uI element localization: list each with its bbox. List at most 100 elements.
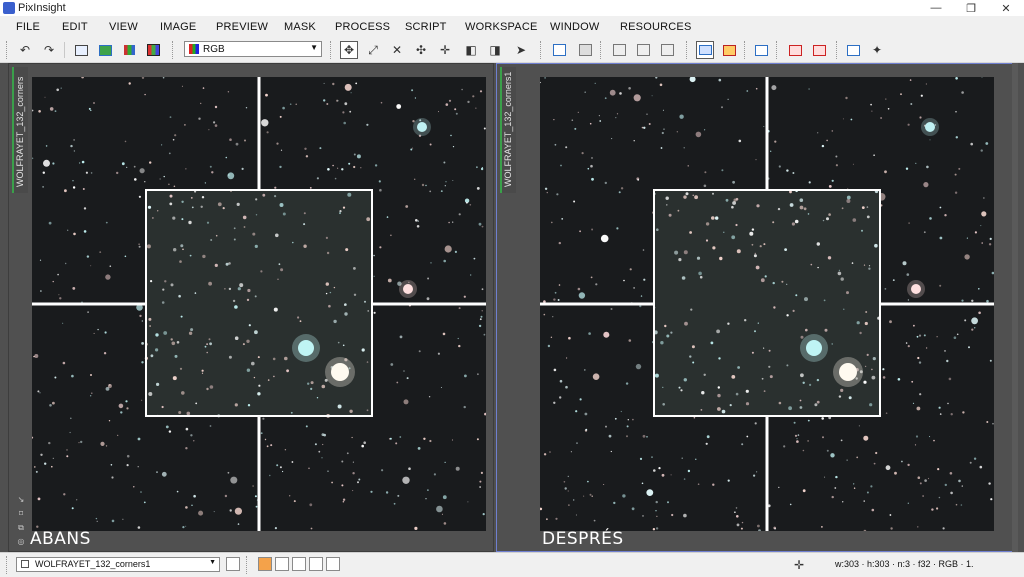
star — [393, 502, 396, 505]
vertical-scrollbar[interactable] — [1012, 63, 1018, 552]
star — [210, 239, 213, 241]
preview-edit-icon[interactable] — [634, 41, 652, 59]
menu-file[interactable]: FILE — [16, 21, 40, 33]
star — [49, 404, 52, 407]
star — [86, 255, 90, 258]
toolbar-grip[interactable] — [836, 41, 840, 59]
menu-resources[interactable]: RESOURCES — [620, 21, 691, 33]
menu-mask[interactable]: MASK — [284, 21, 316, 33]
menu-view[interactable]: VIEW — [109, 21, 138, 33]
crosshair-icon[interactable]: ✛ — [790, 556, 808, 574]
menu-edit[interactable]: EDIT — [62, 21, 88, 33]
menu-preview[interactable]: PREVIEW — [216, 21, 268, 33]
star — [122, 518, 124, 520]
toolbar-grip[interactable] — [686, 41, 690, 59]
shrink-icon[interactable]: ↘ — [16, 495, 26, 505]
toolbar-grip[interactable] — [600, 41, 604, 59]
toolbar-grip[interactable] — [172, 41, 176, 59]
star — [824, 328, 828, 332]
image-window-left[interactable]: WOLFRAYET_132_corners ↘ ⌑ ⧉ ◎ ABANS — [8, 63, 494, 552]
script-editor-icon[interactable]: ✦ — [868, 41, 886, 59]
view-explorer-icon[interactable] — [550, 41, 568, 59]
zoom-in-mode-icon[interactable]: ⤢ — [364, 41, 382, 59]
menu-workspace[interactable]: WORKSPACE — [465, 21, 538, 33]
screen-transfer-icon[interactable] — [696, 41, 714, 59]
star — [918, 361, 922, 364]
menu-window[interactable]: WINDOW — [550, 21, 599, 33]
close-button[interactable]: ✕ — [990, 0, 1022, 16]
star — [552, 316, 554, 318]
view-select[interactable]: WOLFRAYET_132_corners1 ▼ — [16, 557, 220, 572]
toolbar-grip[interactable] — [540, 41, 544, 59]
copy-icon[interactable]: ⧉ — [16, 523, 26, 533]
view-identifier-tab[interactable]: WOLFRAYET_132_corners — [12, 67, 28, 193]
swatch-button[interactable] — [326, 557, 340, 571]
star — [846, 459, 848, 461]
toolbar-grip[interactable] — [776, 41, 780, 59]
undo-icon[interactable]: ↶ — [16, 41, 34, 59]
statusbar-grip[interactable] — [6, 556, 10, 574]
center-view-icon[interactable]: ✛ — [436, 41, 454, 59]
star — [140, 491, 142, 493]
process-console-icon[interactable] — [844, 41, 862, 59]
toolbar-grip[interactable] — [6, 41, 10, 59]
link-icon[interactable]: ◎ — [16, 537, 26, 547]
pan-mode-icon[interactable]: ✥ — [340, 41, 358, 59]
star — [344, 102, 348, 106]
star — [443, 161, 446, 164]
star — [699, 275, 703, 279]
cursor-icon[interactable]: ➤ — [512, 41, 530, 59]
star — [481, 167, 483, 169]
statusbar-grip[interactable] — [246, 556, 250, 574]
mask-enable-icon[interactable] — [786, 41, 804, 59]
menu-image[interactable]: IMAGE — [160, 21, 196, 33]
zoom-fit-icon[interactable]: ✣ — [412, 41, 430, 59]
star — [95, 517, 98, 520]
swatch-button[interactable] — [258, 557, 272, 571]
menu-process[interactable]: PROCESS — [335, 21, 390, 33]
minimize-button[interactable]: — — [920, 0, 952, 16]
star — [90, 374, 92, 376]
extract-channels-icon[interactable] — [120, 41, 138, 59]
image-window-right[interactable]: WOLFRAYET_132_corners1 DESPRÉS — [496, 63, 1018, 552]
star — [550, 336, 553, 338]
star — [229, 138, 232, 141]
swatch-button[interactable] — [292, 557, 306, 571]
star — [472, 95, 475, 98]
image-caption: DESPRÉS — [542, 529, 624, 549]
image-canvas-right[interactable] — [540, 77, 994, 531]
star — [473, 257, 476, 260]
readout-icon[interactable]: ◧ — [462, 41, 480, 59]
star — [789, 203, 794, 207]
image-canvas-left[interactable] — [32, 77, 486, 531]
combine-channels-icon[interactable] — [144, 41, 162, 59]
maximize-button[interactable]: ❐ — [955, 0, 987, 16]
star — [884, 288, 887, 290]
menu-script[interactable]: SCRIPT — [405, 21, 447, 33]
channel-select[interactable]: RGB ▼ — [184, 41, 322, 57]
redo-icon[interactable]: ↷ — [40, 41, 58, 59]
mask-show-icon[interactable] — [752, 41, 770, 59]
star — [983, 197, 985, 199]
preview-delete-icon[interactable] — [658, 41, 676, 59]
stf-auto-icon[interactable] — [720, 41, 738, 59]
view-browser-icon[interactable] — [576, 41, 594, 59]
preview-new-icon[interactable] — [610, 41, 628, 59]
view-identifier-tab[interactable]: WOLFRAYET_132_corners1 — [500, 67, 516, 193]
star — [264, 438, 267, 441]
duplicate-image-icon[interactable] — [96, 41, 114, 59]
view-menu-button[interactable] — [226, 557, 240, 571]
fit-icon[interactable]: ⌑ — [16, 509, 26, 519]
toolbar-grip[interactable] — [330, 41, 334, 59]
ruler-icon[interactable]: ◨ — [486, 41, 504, 59]
mask-invert-icon[interactable] — [810, 41, 828, 59]
swatch-button[interactable] — [275, 557, 289, 571]
star — [181, 218, 184, 221]
zoom-out-mode-icon[interactable]: ✕ — [388, 41, 406, 59]
swatch-button[interactable] — [309, 557, 323, 571]
new-image-icon[interactable] — [72, 41, 90, 59]
toolbar-grip[interactable] — [744, 41, 748, 59]
star — [964, 319, 967, 322]
star — [561, 218, 564, 220]
bright-star — [417, 122, 427, 132]
